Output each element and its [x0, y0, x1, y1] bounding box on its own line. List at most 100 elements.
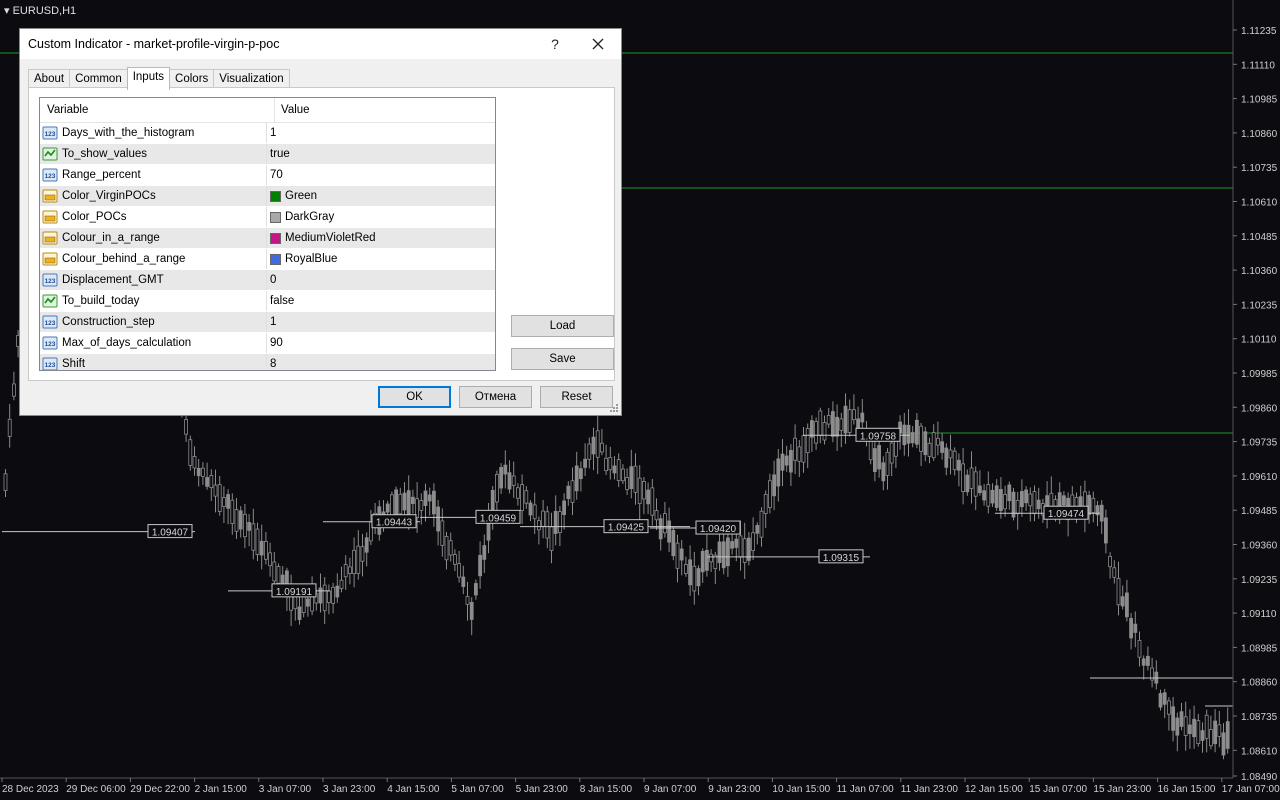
- reset-button[interactable]: Reset: [540, 386, 613, 408]
- candle-body: [591, 436, 596, 455]
- candle-body: [994, 485, 999, 508]
- candle-body: [780, 453, 785, 471]
- candle-body: [553, 510, 558, 534]
- save-button[interactable]: Save: [511, 348, 614, 370]
- candle-body: [541, 510, 545, 527]
- column-header-variable[interactable]: Variable: [40, 98, 275, 122]
- param-value-cell[interactable]: 8: [267, 354, 276, 370]
- poc-label: 1.09474: [1048, 509, 1085, 520]
- svg-text:123: 123: [45, 131, 56, 138]
- param-row[interactable]: Color_VirginPOCs Green: [40, 186, 495, 207]
- candle-body: [444, 536, 449, 561]
- param-value-cell[interactable]: 1: [267, 123, 276, 143]
- resize-grip-icon[interactable]: [609, 403, 619, 413]
- candle-body: [188, 439, 193, 466]
- price-tick-label: 1.08490: [1241, 772, 1278, 783]
- candle-body: [200, 467, 205, 477]
- candle-body: [999, 489, 1003, 511]
- param-value-cell[interactable]: 0: [267, 270, 276, 290]
- param-name: Range_percent: [62, 169, 141, 181]
- symbol-caret-icon[interactable]: ▾: [4, 5, 10, 17]
- candle-body: [700, 550, 705, 573]
- help-button[interactable]: ?: [545, 34, 565, 54]
- dialog-titlebar[interactable]: Custom Indicator - market-profile-virgin…: [20, 29, 621, 59]
- param-value: 1: [270, 127, 277, 139]
- param-value-cell[interactable]: 90: [267, 333, 283, 353]
- param-value-cell[interactable]: 1: [267, 312, 276, 332]
- tab-inputs[interactable]: Inputs: [126, 67, 171, 90]
- candle-body: [755, 525, 760, 534]
- candle-body: [1137, 640, 1142, 658]
- candle-body: [738, 535, 743, 558]
- poc-label: 1.09315: [823, 553, 860, 564]
- close-button[interactable]: [587, 33, 609, 55]
- param-value-cell[interactable]: MediumVioletRed: [267, 228, 376, 248]
- candle-body: [1020, 491, 1024, 508]
- param-value: 0: [270, 274, 277, 286]
- candle-body: [595, 430, 600, 458]
- time-tick-label: 9 Jan 07:00: [644, 784, 697, 795]
- cancel-button[interactable]: Отмена: [459, 386, 532, 408]
- boolean-icon: [42, 294, 58, 308]
- param-row[interactable]: 123 Days_with_the_histogram 1: [40, 123, 495, 144]
- candle-body: [1146, 655, 1150, 666]
- param-value: 90: [270, 337, 283, 349]
- param-row[interactable]: Colour_in_a_range MediumVioletRed: [40, 228, 495, 249]
- time-tick-label: 11 Jan 23:00: [901, 784, 959, 795]
- param-row[interactable]: To_show_values true: [40, 144, 495, 165]
- param-row[interactable]: Colour_behind_a_range RoyalBlue: [40, 249, 495, 270]
- param-row[interactable]: 123 Construction_step 1: [40, 312, 495, 333]
- color-swatch: [270, 232, 281, 244]
- candle-body: [516, 487, 520, 499]
- ok-button[interactable]: OK: [378, 386, 451, 408]
- candle-body: [511, 475, 516, 486]
- time-tick-label: 16 Jan 15:00: [1158, 784, 1216, 795]
- candle-body: [927, 442, 932, 457]
- param-row[interactable]: 123 Displacement_GMT 0: [40, 270, 495, 291]
- price-tick-label: 1.09735: [1241, 438, 1278, 449]
- candle-body: [604, 457, 608, 472]
- candle-body: [721, 541, 726, 569]
- tab-about[interactable]: About: [28, 69, 71, 89]
- tab-visualization[interactable]: Visualization: [213, 69, 290, 89]
- tab-common[interactable]: Common: [69, 69, 128, 89]
- param-value-cell[interactable]: RoyalBlue: [267, 249, 337, 269]
- candle-body: [629, 466, 634, 490]
- candle-body: [969, 467, 974, 489]
- param-value-cell[interactable]: 70: [267, 165, 283, 185]
- param-row[interactable]: 123 Shift 8: [40, 354, 495, 370]
- param-row[interactable]: 123 Range_percent 70: [40, 165, 495, 186]
- param-name: Displacement_GMT: [62, 274, 164, 286]
- param-row[interactable]: To_build_today false: [40, 291, 495, 312]
- candle-body: [1209, 729, 1213, 747]
- param-row[interactable]: 123 Max_of_days_calculation 90: [40, 333, 495, 354]
- candle-body: [948, 449, 953, 459]
- candle-body: [734, 538, 739, 548]
- param-value: MediumVioletRed: [285, 232, 376, 244]
- load-button[interactable]: Load: [511, 315, 614, 337]
- param-value-cell[interactable]: DarkGray: [267, 207, 334, 227]
- tab-colors[interactable]: Colors: [169, 69, 215, 89]
- candle-body: [402, 492, 407, 511]
- candle-body: [1133, 623, 1138, 633]
- column-header-value[interactable]: Value: [275, 98, 310, 122]
- candle-body: [423, 490, 428, 506]
- poc-label: 1.09407: [152, 528, 189, 539]
- candle-body: [579, 468, 583, 480]
- param-row[interactable]: Color_POCs DarkGray: [40, 207, 495, 228]
- param-value-cell[interactable]: true: [267, 144, 290, 164]
- candle-body: [1032, 491, 1037, 514]
- param-value-cell[interactable]: false: [267, 291, 294, 311]
- param-value: DarkGray: [285, 211, 335, 223]
- price-tick-label: 1.08735: [1241, 712, 1278, 723]
- candle-body: [1188, 724, 1192, 735]
- candle-body: [436, 506, 441, 532]
- candle-body: [961, 463, 965, 493]
- time-tick-label: 9 Jan 23:00: [708, 784, 761, 795]
- candle-body: [852, 409, 856, 421]
- param-value-cell[interactable]: Green: [267, 186, 317, 206]
- candle-body: [978, 485, 982, 494]
- candle-body: [1062, 495, 1066, 506]
- candle-body: [242, 513, 247, 538]
- candle-body: [805, 428, 810, 454]
